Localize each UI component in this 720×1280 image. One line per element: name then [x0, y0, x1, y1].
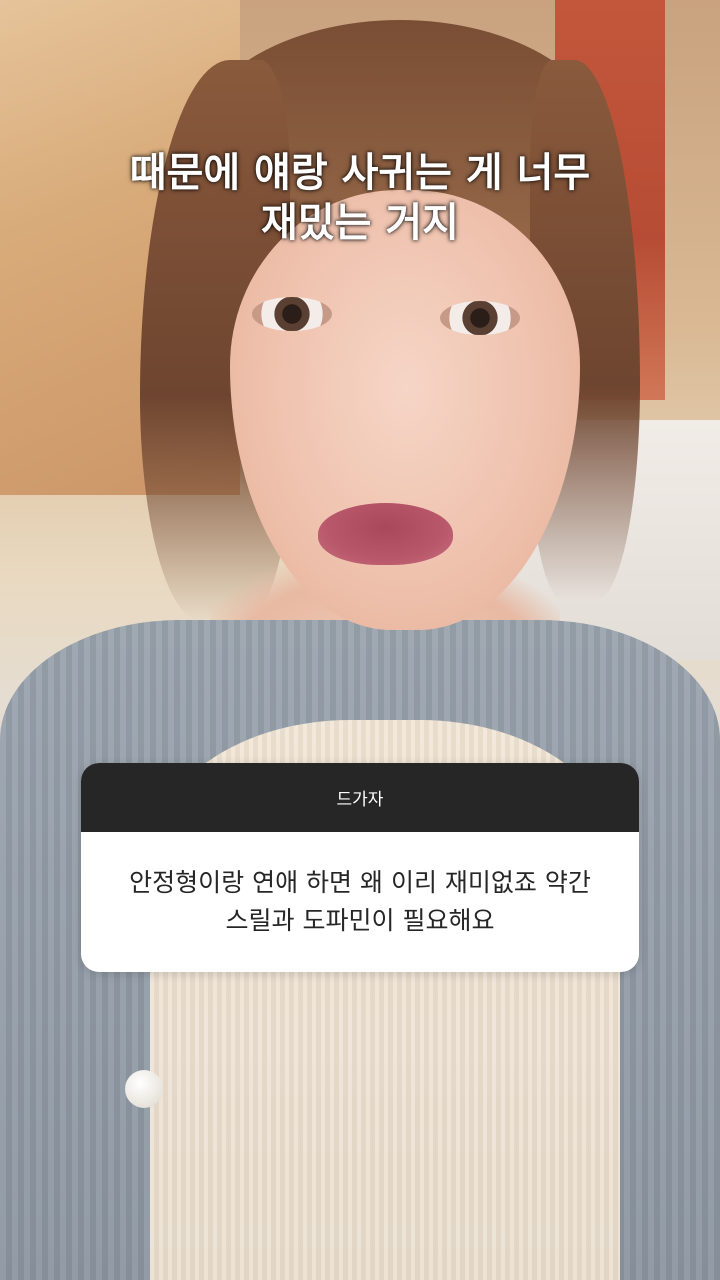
eye-left [252, 297, 332, 331]
mouth [318, 503, 453, 565]
caption-text: 때문에 얘랑 사귀는 게 너무 재밌는 거지 [129, 150, 591, 246]
story-view[interactable]: 때문에 얘랑 사귀는 게 너무 재밌는 거지 드가자 안정형이랑 연애 하면 왜… [0, 0, 720, 1280]
question-sticker-text: 안정형이랑 연애 하면 왜 이리 재미없죠 약간 스릴과 도파민이 필요해요 [129, 868, 591, 935]
question-sticker-header: 드가자 [81, 763, 639, 832]
cardigan-button [125, 1070, 163, 1108]
question-sticker[interactable]: 드가자 안정형이랑 연애 하면 왜 이리 재미없죠 약간 스릴과 도파민이 필요… [81, 763, 639, 972]
eye-right [440, 301, 520, 335]
